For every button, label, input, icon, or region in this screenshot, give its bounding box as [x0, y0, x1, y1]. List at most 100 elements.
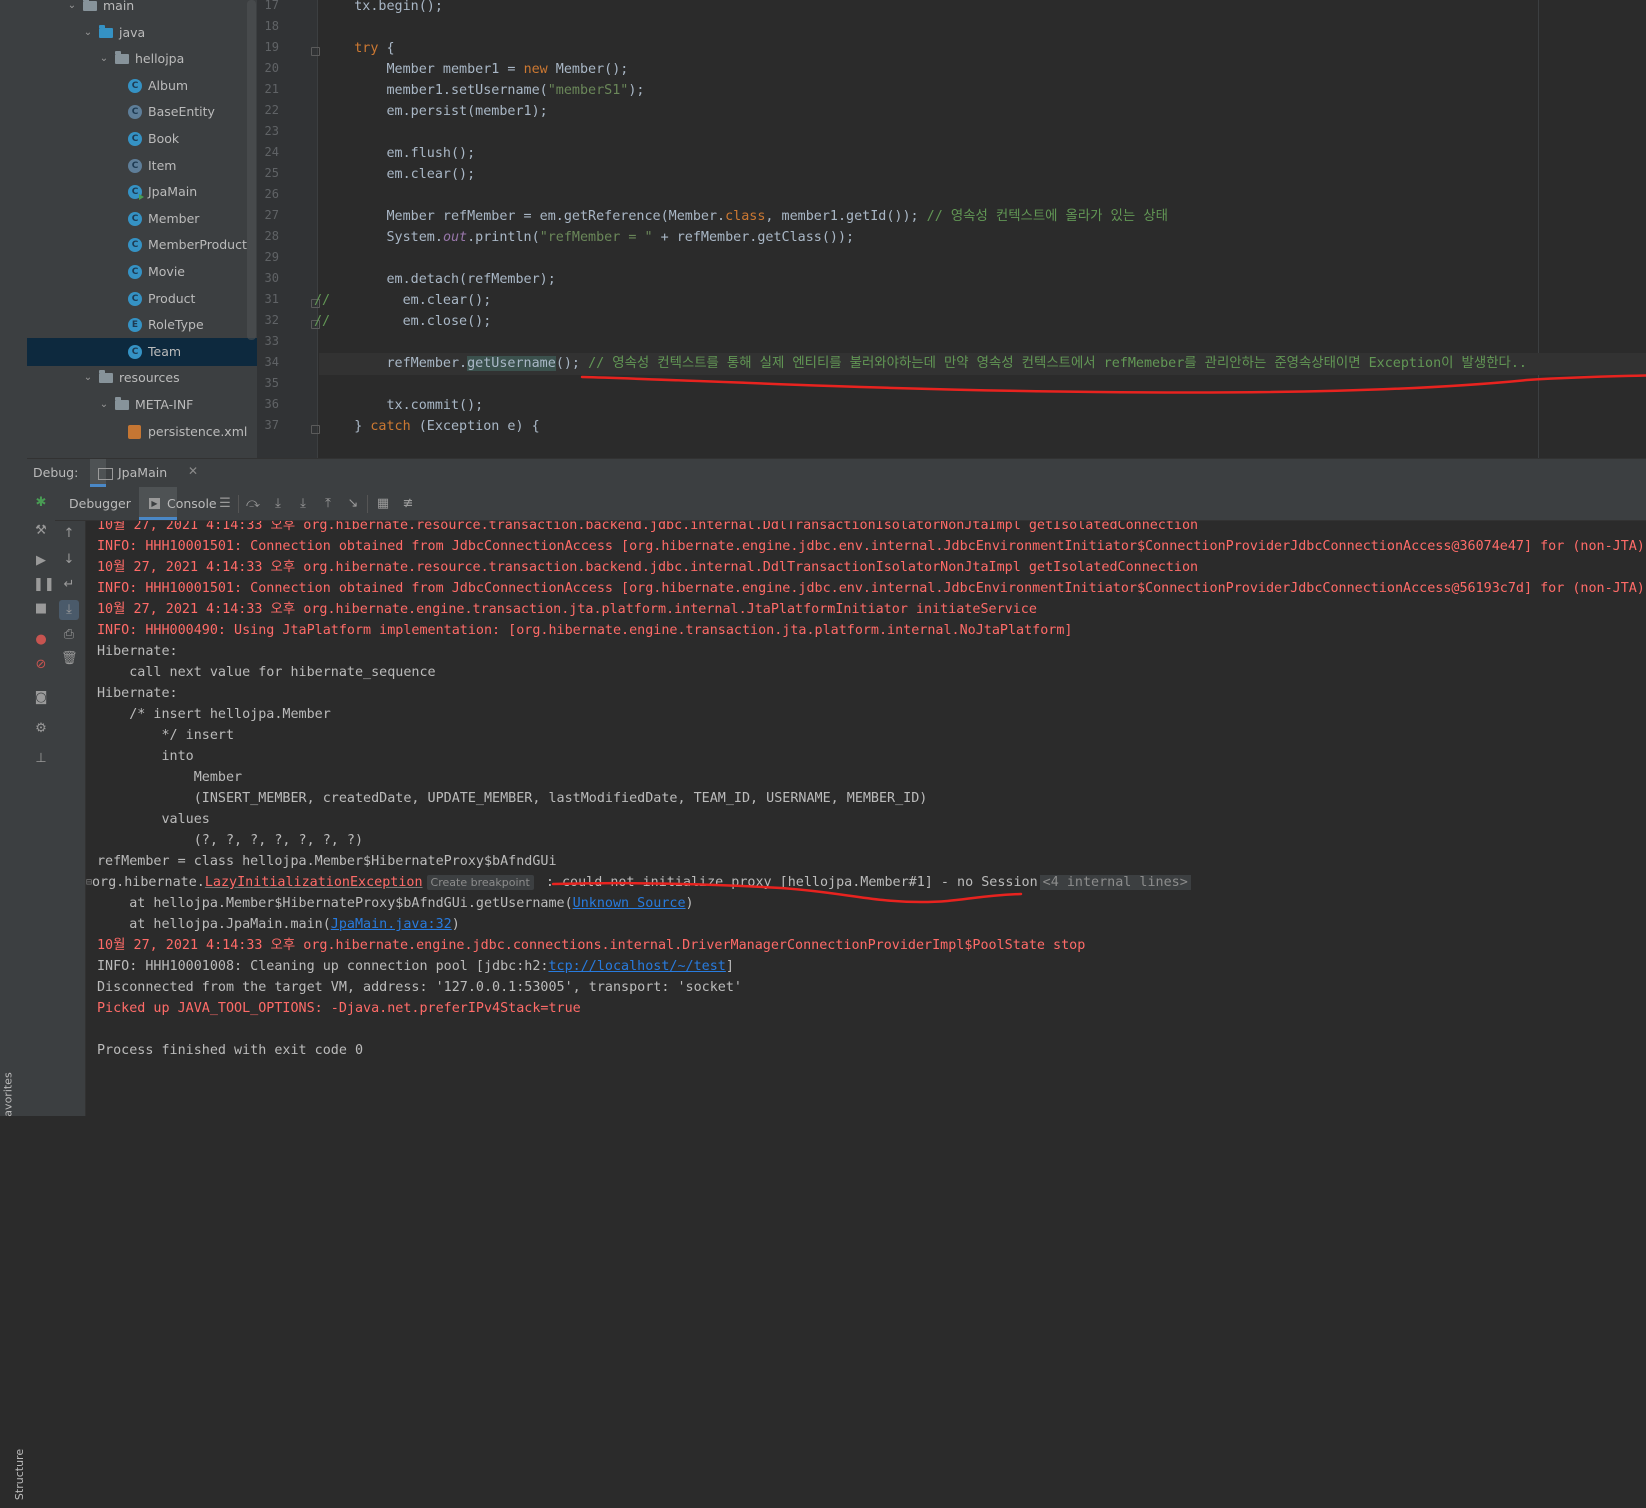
chevron-down-icon[interactable]: ⌄ [83, 364, 93, 392]
wrench-icon[interactable]: ⚒ [33, 523, 49, 539]
line-number: 34 [264, 355, 279, 369]
tree-item-label: Item [148, 157, 177, 173]
pause-icon[interactable]: ❚❚ [33, 577, 55, 593]
chevron-down-icon[interactable]: ⌄ [99, 391, 109, 419]
structure-side-tab[interactable]: Structure [4, 1448, 26, 1508]
tree-item[interactable]: ⌄ META-INF [27, 391, 257, 419]
line-number: 27 [264, 208, 279, 222]
step-into-icon[interactable]: ⤓ [270, 496, 286, 512]
tree-item-label: JpaMain [148, 184, 198, 200]
console-line: INFO: HHH10001008: Cleaning up connectio… [97, 956, 734, 978]
bug-icon[interactable]: ✱ [33, 495, 49, 511]
close-icon[interactable]: ✕ [188, 464, 198, 478]
tab-console[interactable]: ▶ Console [139, 487, 217, 520]
force-step-into-icon[interactable]: ⤓ [295, 496, 311, 512]
line-number: 18 [264, 19, 279, 33]
code-line-27: Member refMember = em.getReference(Membe… [386, 209, 1168, 224]
tree-item-label: Product [148, 290, 196, 306]
stop-icon[interactable]: ■ [33, 601, 49, 617]
print-icon[interactable]: ⎙ [61, 627, 77, 643]
debug-session-tab[interactable]: JpaMain ✕ [90, 459, 198, 487]
tree-item-label: Book [148, 131, 180, 146]
console-line: INFO: HHH000490: Using JtaPlatform imple… [97, 623, 1073, 638]
code-line-37: } catch (Exception e) { [354, 419, 540, 434]
tree-item[interactable]: E RoleType [27, 311, 257, 339]
menu-icon[interactable]: ☰ [217, 496, 233, 512]
folder-icon [99, 370, 113, 384]
trash-icon[interactable]: 🗑 [61, 651, 78, 667]
debug-side-toolbar: ✱ ⚒ ▶ ❚❚ ■ ● ⊘ ◙ ⚙ ⊥ [27, 487, 56, 1116]
tree-item[interactable]: persistence.xml [27, 418, 257, 446]
bottom-left-tool-strip: Structure [0, 458, 28, 1500]
tree-item[interactable]: C MemberProduct [27, 231, 257, 259]
code-line-24: em.flush(); [386, 146, 476, 161]
debug-label: Debug: [33, 465, 79, 480]
create-breakpoint-button[interactable]: Create breakpoint [426, 875, 534, 890]
console-line: Process finished with exit code 0 [97, 1043, 364, 1058]
tree-item[interactable]: ⌄ hellojpa [27, 45, 257, 73]
tree-item[interactable]: C Team [27, 337, 257, 366]
evaluate-expression-icon[interactable]: ▦ [375, 496, 391, 512]
debug-session-tab-label: JpaMain [118, 465, 168, 480]
scroll-to-end-icon[interactable]: ⤓ [59, 600, 79, 620]
tree-item[interactable]: C Product [27, 285, 257, 313]
tree-item[interactable]: C Item [27, 152, 257, 180]
console-line: /* insert hellojpa.Member [97, 707, 331, 722]
project-tree-scrollbar[interactable] [247, 0, 256, 340]
tree-item[interactable]: ⌄ resources [27, 364, 257, 392]
tree-item[interactable]: C Book [27, 125, 257, 153]
step-out-icon[interactable]: ⤒ [320, 496, 336, 512]
chevron-down-icon[interactable]: ⌄ [83, 19, 93, 47]
tree-item-label: MemberProduct [148, 237, 247, 253]
package-icon [115, 51, 129, 65]
toolbar-separator [367, 495, 368, 513]
chevron-down-icon[interactable]: ⌄ [67, 0, 77, 20]
left-tool-strip [0, 0, 28, 458]
tree-item-label: RoleType [148, 317, 204, 333]
pin-icon[interactable]: ⊥ [33, 751, 49, 767]
tree-item[interactable]: C Movie [27, 258, 257, 286]
editor-gutter: 17 18 19 20 21 22 23 24 25 26 27 28 29 30 31 32 33 34 35 36… [257, 0, 320, 458]
trace-icon[interactable]: ≢ [400, 496, 416, 512]
gear-icon[interactable]: ⚙ [33, 721, 49, 737]
code-line-21: member1.setUsername("memberS1"); [386, 83, 645, 98]
tree-item-label: Album [148, 77, 189, 93]
code-line-19: try { [354, 41, 395, 56]
tab-debugger[interactable]: Debugger [69, 496, 131, 511]
console-text: at hellojpa.Member$HibernateProxy$bAfndG… [97, 896, 573, 911]
camera-icon[interactable]: ◙ [33, 690, 49, 706]
run-to-cursor-icon[interactable]: ↘ [345, 496, 361, 512]
code-editor[interactable]: 17 18 19 20 21 22 23 24 25 26 27 28 29 30 31 32 33 34 35 36… [257, 0, 1646, 458]
class-icon: C [128, 185, 144, 201]
mute-breakpoints-icon[interactable]: ⊘ [33, 657, 49, 673]
arrow-down-icon[interactable]: ↓ [61, 552, 77, 568]
stack-frame-link[interactable]: Unknown Source [573, 896, 686, 911]
step-over-icon[interactable]: ⤼ [245, 496, 261, 512]
chevron-down-icon[interactable]: ⌄ [99, 45, 109, 73]
tree-item[interactable]: ⌄ main [27, 0, 257, 20]
console-line: Disconnected from the target VM, address… [97, 980, 742, 995]
exception-class-link[interactable]: LazyInitializationException [205, 875, 423, 890]
favorites-side-tab-label[interactable]: avorites [2, 1072, 15, 1116]
resume-icon[interactable]: ▶ [33, 553, 49, 569]
console-line: at hellojpa.Member$HibernateProxy$bAfndG… [97, 893, 693, 915]
collapse-icon[interactable]: ⊟ [86, 872, 92, 894]
fold-marker[interactable] [311, 425, 320, 434]
view-breakpoints-icon[interactable]: ● [33, 632, 49, 648]
internal-lines-toggle[interactable]: <4 internal lines> [1039, 875, 1191, 890]
jdbc-url-link[interactable]: tcp://localhost/~/test [548, 959, 725, 974]
soft-wrap-icon[interactable]: ↵ [61, 577, 77, 593]
stack-frame-link[interactable]: JpaMain.java:32 [331, 917, 452, 932]
tree-item[interactable]: ⌄ java [27, 19, 257, 47]
fold-marker[interactable] [311, 47, 320, 56]
arrow-up-icon[interactable]: ↑ [61, 526, 77, 542]
console-output[interactable]: references Team10월 27, 2021 4:14:33 오후 o… [86, 521, 1646, 1116]
code-line-32: // em.close(); [314, 314, 492, 329]
tree-item[interactable]: C BaseEntity [27, 98, 257, 126]
tree-item[interactable]: C JpaMain [27, 178, 257, 206]
line-number: 20 [264, 61, 279, 75]
code-line-28: System.out.println("refMember = " + refM… [386, 230, 855, 245]
tree-item[interactable]: C Album [27, 72, 257, 100]
console-line: (INSERT_MEMBER, createdDate, UPDATE_MEMB… [97, 791, 936, 806]
tree-item[interactable]: C Member [27, 205, 257, 233]
